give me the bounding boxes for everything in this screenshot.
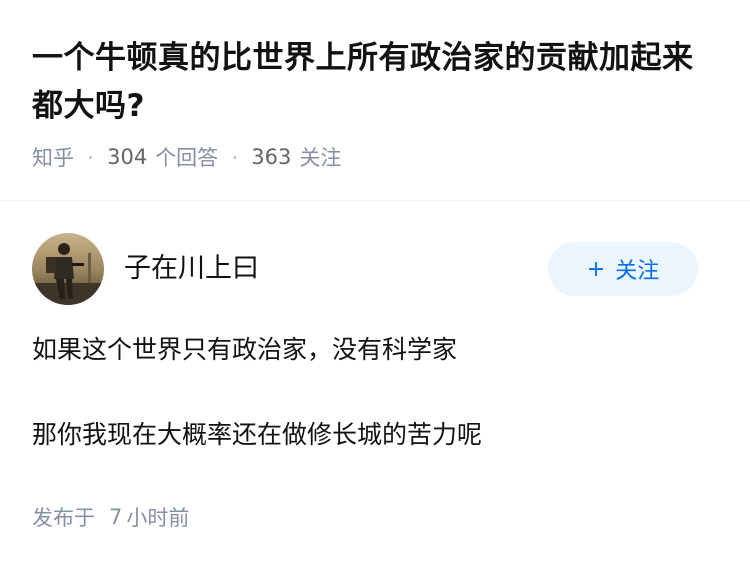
answer-count-label: 个回答	[155, 146, 219, 170]
answer-paragraph: 如果这个世界只有政治家，没有科学家	[32, 335, 458, 364]
answer-count: 304	[107, 145, 148, 169]
separator-dot: ·	[232, 147, 238, 167]
published-time-unit: 小时前	[126, 506, 190, 530]
follow-button[interactable]: + 关注	[548, 242, 698, 296]
follow-button-label: 关注	[615, 259, 660, 284]
question-title[interactable]: 一个牛顿真的比世界上所有政治家的贡献加起来都大吗?	[32, 34, 718, 130]
published-time-number: 7	[109, 505, 123, 529]
follower-count: 363	[251, 145, 292, 169]
avatar[interactable]	[32, 233, 104, 305]
answer-card: 子在川上曰 + 关注 如果这个世界只有政治家，没有科学家 那你我现在大概率还在做…	[32, 232, 718, 453]
section-divider	[0, 200, 750, 201]
answer-paragraph: 那你我现在大概率还在做修长城的苦力呢	[32, 420, 483, 449]
separator-dot: ·	[88, 147, 94, 167]
question-header: 一个牛顿真的比世界上所有政治家的贡献加起来都大吗? 知乎 · 304 个回答 ·…	[0, 0, 750, 172]
author-name[interactable]: 子在川上曰	[124, 246, 259, 285]
published-label: 发布于	[32, 506, 95, 530]
source-label: 知乎	[32, 146, 74, 170]
question-meta: 知乎 · 304 个回答 · 363 关注	[32, 142, 718, 172]
plus-icon: +	[586, 256, 606, 282]
follower-count-label: 关注	[299, 146, 342, 170]
publish-info: 发布于 7 小时前	[32, 502, 189, 532]
author-row: 子在川上曰 + 关注	[32, 232, 718, 306]
answer-content: 如果这个世界只有政治家，没有科学家 那你我现在大概率还在做修长城的苦力呢	[32, 332, 718, 453]
